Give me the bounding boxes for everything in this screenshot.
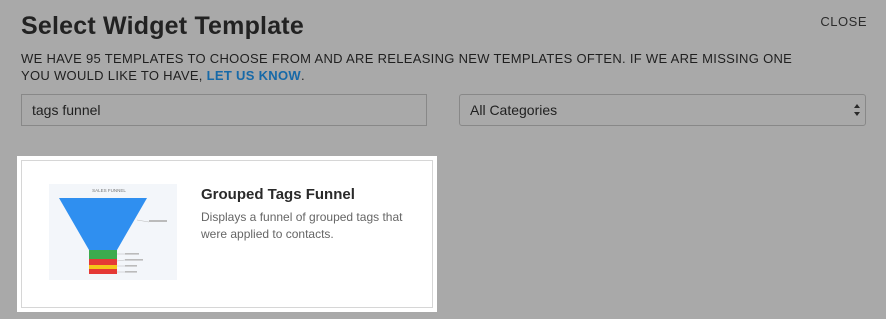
template-description: Displays a funnel of grouped tags that w… bbox=[201, 210, 403, 241]
description-body: WE HAVE 95 TEMPLATES TO CHOOSE FROM AND … bbox=[21, 51, 793, 83]
category-select[interactable]: All Categories bbox=[459, 94, 866, 126]
thumbnail-title: SALES FUNNEL bbox=[92, 188, 126, 193]
template-thumbnail: SALES FUNNEL bbox=[49, 184, 177, 280]
search-input[interactable] bbox=[21, 94, 427, 126]
select-arrows-icon bbox=[854, 104, 860, 116]
let-us-know-link[interactable]: LET US KNOW bbox=[207, 68, 301, 83]
template-card[interactable]: SALES FUNNEL Grouped Tags Funnel Display… bbox=[17, 156, 437, 312]
template-title: Grouped Tags Funnel bbox=[201, 186, 355, 203]
description-text: WE HAVE 95 TEMPLATES TO CHOOSE FROM AND … bbox=[21, 50, 811, 84]
category-select-value: All Categories bbox=[470, 102, 558, 118]
page-title: Select Widget Template bbox=[21, 12, 304, 40]
funnel-thumbnail-icon: SALES FUNNEL bbox=[59, 188, 167, 274]
description-end: . bbox=[300, 68, 305, 83]
close-button[interactable]: CLOSE bbox=[820, 14, 867, 29]
